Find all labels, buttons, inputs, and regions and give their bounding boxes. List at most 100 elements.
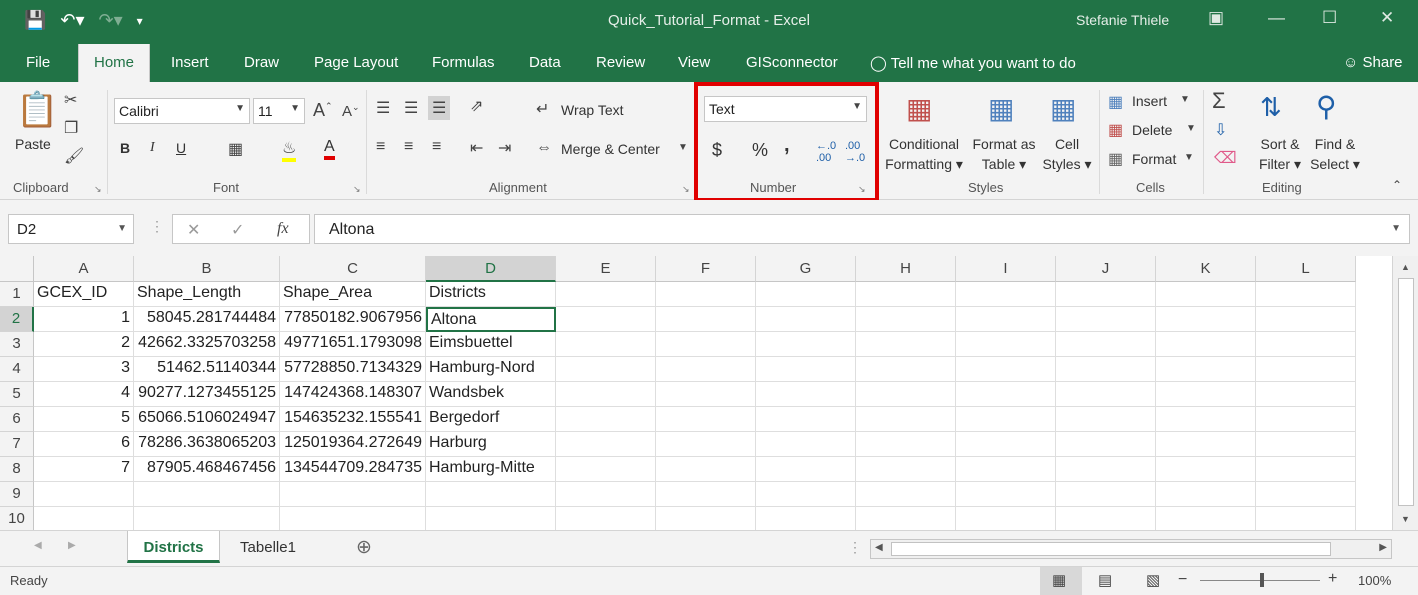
- cell-a7[interactable]: 6: [34, 432, 134, 457]
- decrease-indent-icon[interactable]: ⇤: [470, 138, 483, 158]
- cell-d9[interactable]: [426, 482, 556, 507]
- italic-button[interactable]: I: [150, 140, 155, 156]
- cell-g10[interactable]: [756, 507, 856, 530]
- cell-l9[interactable]: [1256, 482, 1356, 507]
- cell-k7[interactable]: [1156, 432, 1256, 457]
- cell-l6[interactable]: [1256, 407, 1356, 432]
- cell-k4[interactable]: [1156, 357, 1256, 382]
- chevron-down-icon[interactable]: ▼: [678, 142, 688, 153]
- cell-g4[interactable]: [756, 357, 856, 382]
- cell-h5[interactable]: [856, 382, 956, 407]
- cell-f5[interactable]: [656, 382, 756, 407]
- scroll-down-icon[interactable]: ▼: [1401, 514, 1410, 524]
- alignment-launcher-icon[interactable]: ↘: [682, 184, 690, 195]
- cell-c2[interactable]: 77850182.9067956: [280, 307, 426, 332]
- scroll-right-icon[interactable]: ▶: [1379, 542, 1387, 553]
- cell-h2[interactable]: [856, 307, 956, 332]
- paste-label[interactable]: Paste: [15, 136, 51, 152]
- align-center-icon[interactable]: ≡: [404, 138, 413, 156]
- cell-i10[interactable]: [956, 507, 1056, 530]
- merge-center-button[interactable]: Merge & Center: [561, 141, 660, 157]
- row-header-6[interactable]: 6: [0, 407, 34, 432]
- cell-f10[interactable]: [656, 507, 756, 530]
- cell-f1[interactable]: [656, 282, 756, 307]
- cell-c4[interactable]: 57728850.7134329: [280, 357, 426, 382]
- zoom-out-icon[interactable]: −: [1178, 571, 1187, 589]
- cell-f3[interactable]: [656, 332, 756, 357]
- cell-i2[interactable]: [956, 307, 1056, 332]
- cell-a3[interactable]: 2: [34, 332, 134, 357]
- zoom-slider-thumb[interactable]: [1260, 573, 1264, 587]
- cell-j10[interactable]: [1056, 507, 1156, 530]
- row-header-5[interactable]: 5: [0, 382, 34, 407]
- column-header-b[interactable]: B: [134, 256, 280, 282]
- cell-i7[interactable]: [956, 432, 1056, 457]
- cell-h6[interactable]: [856, 407, 956, 432]
- cell-e2[interactable]: [556, 307, 656, 332]
- chevron-down-icon[interactable]: ▼: [1184, 152, 1194, 163]
- collapse-ribbon-icon[interactable]: ⌃: [1392, 178, 1402, 192]
- row-header-7[interactable]: 7: [0, 432, 34, 457]
- cell-c7[interactable]: 125019364.272649: [280, 432, 426, 457]
- decrease-font-icon[interactable]: A⌄: [342, 102, 360, 120]
- vertical-scrollbar[interactable]: ▲ ▼: [1392, 256, 1418, 530]
- name-box[interactable]: D2 ▼: [8, 214, 134, 244]
- fill-color-icon[interactable]: ♨: [282, 138, 297, 162]
- add-sheet-icon[interactable]: ⊕: [356, 536, 372, 559]
- cell-i6[interactable]: [956, 407, 1056, 432]
- cell-k6[interactable]: [1156, 407, 1256, 432]
- tab-formulas[interactable]: Formulas: [432, 54, 495, 71]
- font-name-select[interactable]: Calibri ▼: [114, 98, 250, 124]
- chevron-down-icon[interactable]: ▼: [1180, 94, 1190, 105]
- cell-a5[interactable]: 4: [34, 382, 134, 407]
- scroll-thumb[interactable]: [891, 542, 1331, 556]
- cell-h1[interactable]: [856, 282, 956, 307]
- cell-b1[interactable]: Shape_Length: [134, 282, 280, 307]
- cell-k10[interactable]: [1156, 507, 1256, 530]
- cell-d4[interactable]: Hamburg-Nord: [426, 357, 556, 382]
- cell-b9[interactable]: [134, 482, 280, 507]
- cell-e10[interactable]: [556, 507, 656, 530]
- format-cells-button[interactable]: Format: [1132, 151, 1176, 167]
- cell-c3[interactable]: 49771651.1793098: [280, 332, 426, 357]
- cancel-icon[interactable]: ✕: [187, 220, 200, 240]
- cell-g7[interactable]: [756, 432, 856, 457]
- orientation-icon[interactable]: ⇗: [470, 96, 483, 116]
- row-header-2[interactable]: 2: [0, 307, 34, 332]
- column-header-c[interactable]: C: [280, 256, 426, 282]
- zoom-in-icon[interactable]: +: [1328, 570, 1337, 588]
- cell-j6[interactable]: [1056, 407, 1156, 432]
- cell-j7[interactable]: [1056, 432, 1156, 457]
- cell-h3[interactable]: [856, 332, 956, 357]
- paste-icon[interactable]: 📋: [16, 90, 58, 130]
- tab-insert[interactable]: Insert: [171, 54, 209, 71]
- tab-gisconnector[interactable]: GISconnector: [746, 54, 838, 71]
- column-header-e[interactable]: E: [556, 256, 656, 282]
- cell-c9[interactable]: [280, 482, 426, 507]
- cell-i4[interactable]: [956, 357, 1056, 382]
- cell-f4[interactable]: [656, 357, 756, 382]
- row-header-1[interactable]: 1: [0, 282, 34, 307]
- horizontal-scrollbar[interactable]: ◀ ▶: [870, 539, 1392, 559]
- cell-e1[interactable]: [556, 282, 656, 307]
- format-painter-icon[interactable]: 🖌: [64, 146, 84, 166]
- cut-icon[interactable]: ✂: [64, 90, 77, 110]
- cell-l10[interactable]: [1256, 507, 1356, 530]
- cell-f6[interactable]: [656, 407, 756, 432]
- enter-icon[interactable]: ✓: [231, 220, 244, 240]
- cell-b8[interactable]: 87905.468467456: [134, 457, 280, 482]
- cell-j5[interactable]: [1056, 382, 1156, 407]
- expand-formula-bar-icon[interactable]: ▼: [1391, 223, 1401, 234]
- column-header-i[interactable]: I: [956, 256, 1056, 282]
- underline-button[interactable]: U: [176, 140, 186, 156]
- cell-e7[interactable]: [556, 432, 656, 457]
- increase-indent-icon[interactable]: ⇥: [498, 138, 511, 158]
- align-middle-icon[interactable]: ☰: [404, 98, 418, 118]
- page-layout-view-icon[interactable]: ▤: [1098, 571, 1112, 589]
- borders-icon[interactable]: ▦: [228, 139, 243, 159]
- delete-cells-button[interactable]: Delete: [1132, 122, 1172, 138]
- cell-e6[interactable]: [556, 407, 656, 432]
- column-header-g[interactable]: G: [756, 256, 856, 282]
- cell-d5[interactable]: Wandsbek: [426, 382, 556, 407]
- cell-d6[interactable]: Bergedorf: [426, 407, 556, 432]
